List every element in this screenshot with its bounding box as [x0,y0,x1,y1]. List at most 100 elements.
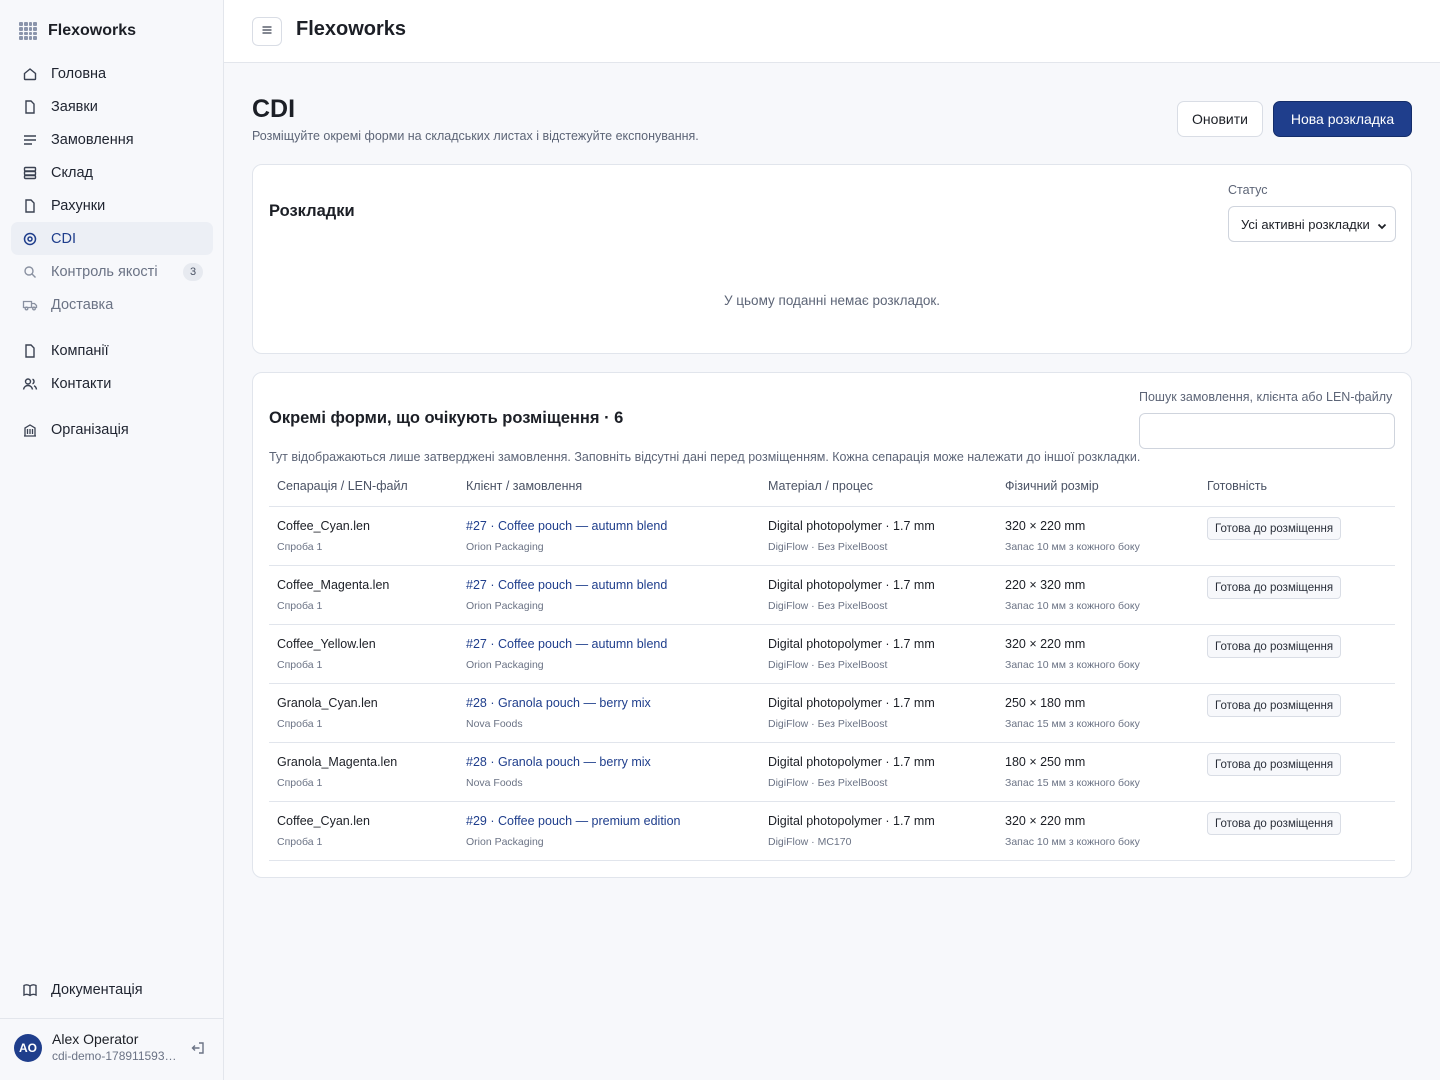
attempt: Спроба 1 [277,541,323,553]
material: Digital photopolymer · 1.7 mm [768,637,935,651]
order-link[interactable]: #27 · Coffee pouch — autumn blend [466,578,667,592]
sidebar-item-orders[interactable]: Замовлення [11,123,213,156]
file-name: Coffee_Cyan.len [277,519,370,533]
physical-size: 320 × 220 mm [1005,637,1086,651]
physical-size: 320 × 220 mm [1005,519,1086,533]
brand[interactable]: Flexoworks [19,22,136,40]
column-header: Сепарація / LEN-файл [277,479,408,493]
client-name: Orion Packaging [466,600,544,612]
sidebar-nav: Головна Заявки Замовлення Склад Рахунки [11,57,213,446]
material: Digital photopolymer · 1.7 mm [768,578,935,592]
sidebar-item-label: Склад [51,164,93,181]
sidebar-item-cdi[interactable]: CDI [11,222,213,255]
margin: Запас 10 мм з кожного боку [1005,836,1140,848]
order-link[interactable]: #28 · Granola pouch — berry mix [466,696,651,710]
pending-table: Сепарація / LEN-файл Клієнт / замовлення… [269,470,1395,861]
process: DigiFlow · Без PixelBoost [768,659,888,671]
sidebar-item-invoices[interactable]: Рахунки [11,189,213,222]
status-filter-select[interactable]: Усі активні розкладки [1228,206,1396,242]
order-link[interactable]: #29 · Coffee pouch — premium edition [466,814,680,828]
truck-icon [22,297,38,313]
margin: Запас 10 мм з кожного боку [1005,659,1140,671]
status-badge: Готова до розміщення [1207,635,1342,658]
material: Digital photopolymer · 1.7 mm [768,519,935,533]
page-title: CDI [252,95,296,123]
attempt: Спроба 1 [277,777,323,789]
sidebar-item-quality-control[interactable]: Контроль якості 3 [11,255,213,288]
refresh-button[interactable]: Оновити [1177,101,1263,137]
sidebar-item-requests[interactable]: Заявки [11,90,213,123]
pending-description: Тут відображаються лише затверджені замо… [269,450,1141,464]
sidebar-toggle-button[interactable] [252,17,282,46]
table-row: Coffee_Cyan.len Спроба 1 #29 · Coffee po… [269,802,1395,861]
table-row: Granola_Magenta.len Спроба 1 #28 · Grano… [269,743,1395,802]
sidebar-item-delivery[interactable]: Доставка [11,288,213,321]
status-filter-value: Усі активні розкладки [1241,216,1370,232]
sidebar-item-warehouse[interactable]: Склад [11,156,213,189]
column-header: Готовність [1207,479,1267,493]
sidebar-item-label: Заявки [51,98,98,115]
sidebar-item-label: Компанії [51,342,109,359]
file-icon [22,99,38,115]
file-icon [22,198,38,214]
order-link[interactable]: #28 · Granola pouch — berry mix [466,755,651,769]
client-name: Orion Packaging [466,659,544,671]
target-icon [22,231,38,247]
sidebar: Flexoworks Головна Заявки Замовлення Скл… [0,0,224,1080]
topbar-title: Flexoworks [296,18,407,40]
sidebar-item-label: Організація [51,421,129,438]
margin: Запас 15 мм з кожного боку [1005,718,1140,730]
process: DigiFlow · Без PixelBoost [768,777,888,789]
user-profile[interactable]: AO Alex Operator cdi-demo-1789115937... [0,1018,223,1080]
database-icon [22,165,38,181]
home-icon [22,66,38,82]
brand-name: Flexoworks [48,22,137,39]
sidebar-item-companies[interactable]: Компанії [11,334,213,367]
sidebar-item-documentation[interactable]: Документація [11,973,213,1006]
pending-forms-card: Окремі форми, що очікують розміщення · 6… [252,372,1412,878]
order-link[interactable]: #27 · Coffee pouch — autumn blend [466,519,667,533]
organization-icon [22,422,38,438]
new-layout-button[interactable]: Нова розкладка [1273,101,1412,137]
order-link[interactable]: #27 · Coffee pouch — autumn blend [466,637,667,651]
sidebar-item-label: Замовлення [51,131,134,148]
building-icon [22,343,38,359]
count-badge: 3 [183,263,203,281]
chevron-down-icon [1377,219,1387,234]
margin: Запас 15 мм з кожного боку [1005,777,1140,789]
margin: Запас 10 мм з кожного боку [1005,600,1140,612]
logout-icon[interactable] [190,1040,206,1061]
user-name: Alex Operator [52,1031,139,1047]
file-name: Coffee_Magenta.len [277,578,390,592]
menu-icon [261,23,273,41]
material: Digital photopolymer · 1.7 mm [768,696,935,710]
column-header: Фізичний розмір [1005,479,1099,493]
pending-title: Окремі форми, що очікують розміщення · 6 [269,409,624,427]
sidebar-item-organization[interactable]: Організація [11,413,213,446]
table-row: Coffee_Yellow.len Спроба 1 #27 · Coffee … [269,625,1395,684]
status-badge: Готова до розміщення [1207,576,1342,599]
users-icon [22,376,38,392]
sidebar-item-label: Контакти [51,375,112,392]
physical-size: 250 × 180 mm [1005,696,1086,710]
client-name: Orion Packaging [466,541,544,553]
status-badge: Готова до розміщення [1207,753,1342,776]
column-header: Клієнт / замовлення [466,479,583,493]
attempt: Спроба 1 [277,836,323,848]
process: DigiFlow · Без PixelBoost [768,600,888,612]
page-subtitle: Розміщуйте окремі форми на складських ли… [252,129,699,143]
docs-link-container: Документація [11,973,213,1006]
layouts-empty-message: У цьому поданні немає розкладок. [723,293,941,308]
status-badge: Готова до розміщення [1207,517,1342,540]
sidebar-item-contacts[interactable]: Контакти [11,367,213,400]
status-badge: Готова до розміщення [1207,812,1342,835]
client-name: Orion Packaging [466,836,544,848]
search-label: Пошук замовлення, клієнта або LEN-файлу [1139,390,1393,404]
search-input[interactable] [1139,413,1395,449]
client-name: Nova Foods [466,777,523,789]
attempt: Спроба 1 [277,659,323,671]
table-row: Coffee_Cyan.len Спроба 1 #27 · Coffee po… [269,507,1395,566]
sidebar-item-home[interactable]: Головна [11,57,213,90]
sidebar-item-label: Головна [51,65,107,82]
user-organization: cdi-demo-1789115937... [52,1049,180,1063]
